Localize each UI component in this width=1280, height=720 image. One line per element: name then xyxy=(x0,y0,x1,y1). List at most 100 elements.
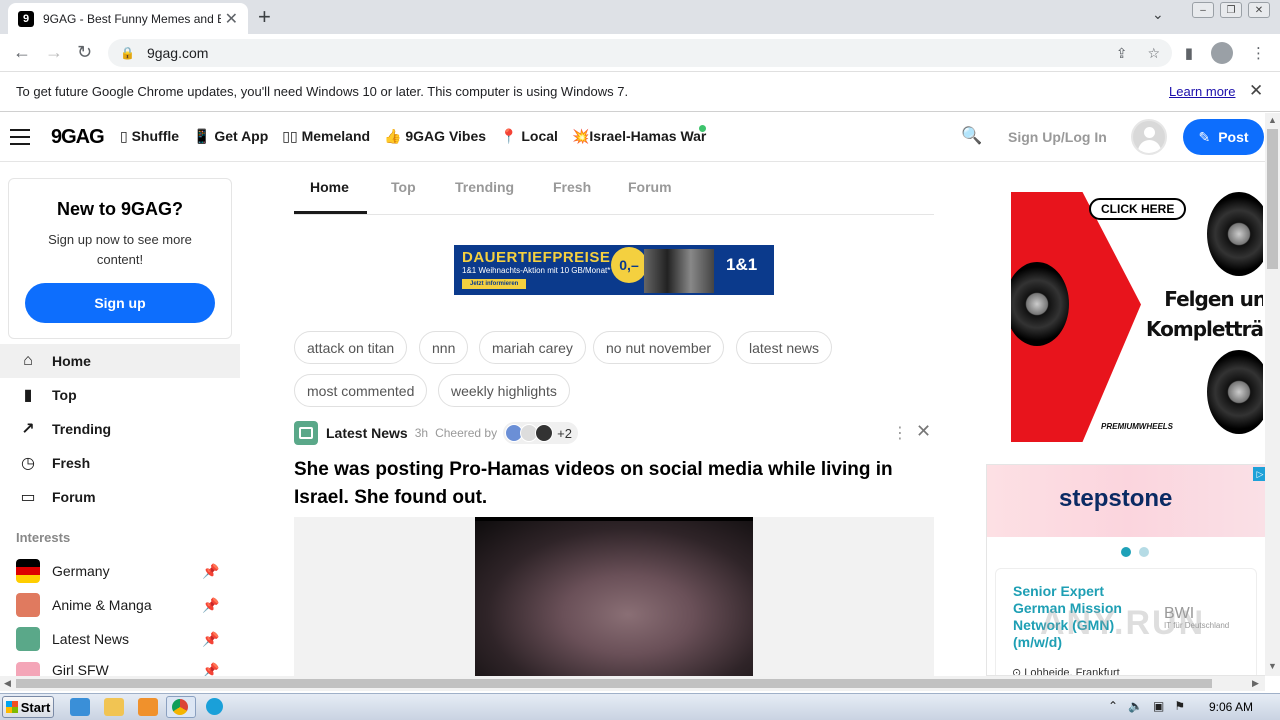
post-button[interactable]: ✎ Post xyxy=(1183,119,1264,155)
post-title[interactable]: She was posting Pro-Hamas videos on soci… xyxy=(294,456,934,512)
hide-post-icon[interactable]: ✕ xyxy=(916,421,931,442)
horizontal-scrollbar[interactable]: ◀ ▶ xyxy=(0,676,1265,691)
scroll-down-arrow-icon[interactable]: ▼ xyxy=(1268,661,1277,671)
scrollbar-thumb[interactable] xyxy=(1267,129,1278,269)
tag-chip[interactable]: mariah carey xyxy=(479,331,586,364)
infobar-close-icon[interactable]: ✕ xyxy=(1249,81,1263,101)
forward-arrow-icon[interactable]: → xyxy=(45,42,63,63)
bookmark-star-icon[interactable]: ☆ xyxy=(1147,45,1160,62)
interest-latest-news[interactable]: Latest News 📌 xyxy=(0,622,240,656)
tab-fresh[interactable]: Fresh xyxy=(553,179,591,195)
sidebar-item-trending[interactable]: ↗ Trending xyxy=(0,412,240,446)
sidebar-item-top[interactable]: ▮ Top xyxy=(0,378,240,412)
pin-icon[interactable]: 📌 xyxy=(202,662,219,676)
9gag-logo[interactable]: 9GAG xyxy=(51,126,105,149)
internet-explorer-icon[interactable] xyxy=(70,698,90,716)
scroll-up-arrow-icon[interactable]: ▲ xyxy=(1268,115,1277,125)
interest-anime-manga[interactable]: Anime & Manga 📌 xyxy=(0,588,240,622)
maximize-button[interactable]: ❐ xyxy=(1220,2,1242,18)
reload-icon[interactable]: ↻ xyxy=(77,42,92,63)
tag-chip[interactable]: nnn xyxy=(419,331,469,364)
interest-girl-sfw[interactable]: Girl SFW 📌 xyxy=(0,656,240,676)
premiumwheels-logo: PREMIUMWHEELS xyxy=(1101,422,1173,431)
lock-icon[interactable]: 🔒 xyxy=(120,46,135,60)
tab-forum[interactable]: Forum xyxy=(628,179,672,195)
minimize-button[interactable]: – xyxy=(1192,2,1214,18)
url-text[interactable]: 9gag.com xyxy=(147,45,208,61)
post-media[interactable] xyxy=(294,517,934,677)
back-arrow-icon[interactable]: ← xyxy=(13,42,31,63)
new-tab-button[interactable]: + xyxy=(258,5,271,29)
post-section-name[interactable]: Latest News xyxy=(326,425,408,441)
tab-home[interactable]: Home xyxy=(310,179,349,195)
tag-chip[interactable]: latest news xyxy=(736,331,833,364)
latest-news-section-icon[interactable] xyxy=(294,421,318,445)
media-player-icon[interactable] xyxy=(138,698,158,716)
job-location-text: Lohheide, Frankfurt xyxy=(1024,667,1120,676)
scroll-left-arrow-icon[interactable]: ◀ xyxy=(4,678,11,689)
cheerers-group[interactable]: +2 xyxy=(503,422,578,444)
nav-israel-hamas-war[interactable]: 💥Israel-Hamas War xyxy=(572,128,706,145)
ad-cta-button[interactable]: Jetzt informieren xyxy=(462,279,527,289)
tab-trending[interactable]: Trending xyxy=(455,179,514,195)
learn-more-link[interactable]: Learn more xyxy=(1169,84,1235,99)
user-avatar-icon[interactable] xyxy=(1131,119,1167,155)
profile-avatar-icon[interactable] xyxy=(1211,42,1233,64)
edge-icon[interactable] xyxy=(206,698,223,715)
sidebar-item-fresh[interactable]: ◷ Fresh xyxy=(0,446,240,480)
stepstone-ad[interactable]: stepstone ▷ Senior Expert German Mission… xyxy=(986,464,1266,676)
tag-chip[interactable]: no nut november xyxy=(593,331,725,364)
tag-chip[interactable]: attack on titan xyxy=(294,331,408,364)
menu-kebab-icon[interactable]: ⋮ xyxy=(1251,44,1266,62)
hamburger-menu-icon[interactable] xyxy=(10,129,30,145)
taskbar-clock[interactable]: 9:06 AM xyxy=(1209,700,1253,714)
signup-button[interactable]: Sign up xyxy=(25,283,215,323)
nav-memeland[interactable]: ▯▯ Memeland xyxy=(282,128,370,145)
carousel-dots[interactable] xyxy=(1121,547,1149,557)
windows-logo-icon xyxy=(5,701,18,713)
flag-icon[interactable]: ⚑ xyxy=(1174,699,1185,713)
wheels-ad[interactable]: CLICK HERE Felgen und Kompletträder PREM… xyxy=(1011,192,1263,442)
address-bar[interactable]: 🔒 9gag.com ⇪ ☆ xyxy=(108,39,1172,67)
volume-icon[interactable]: 🔈 xyxy=(1128,699,1143,713)
click-here-button[interactable]: CLICK HERE xyxy=(1089,198,1187,220)
tag-chip[interactable]: weekly highlights xyxy=(438,374,570,407)
nav-9gag-vibes[interactable]: 👍 9GAG Vibes xyxy=(384,128,486,145)
nav-shuffle[interactable]: ▯ Shuffle xyxy=(120,128,179,145)
pin-icon[interactable]: 📌 xyxy=(202,563,219,580)
sidebar-item-label: Forum xyxy=(52,489,96,505)
post-video[interactable] xyxy=(475,517,753,677)
start-label: Start xyxy=(20,699,51,715)
sidebar-item-home[interactable]: ⌂ Home xyxy=(0,344,240,378)
search-icon[interactable]: 🔍 xyxy=(961,126,982,146)
sidepanel-icon[interactable]: ▮ xyxy=(1185,44,1193,62)
tab-title: 9GAG - Best Funny Memes and Breaking New… xyxy=(43,11,221,26)
more-options-icon[interactable]: ⋮ xyxy=(892,423,908,443)
tray-expand-icon[interactable]: ⌃ xyxy=(1108,699,1118,713)
nav-get-app[interactable]: 📱 Get App xyxy=(193,128,268,145)
live-indicator-dot xyxy=(699,125,706,132)
browser-tab[interactable]: 9 9GAG - Best Funny Memes and Breaking N… xyxy=(8,3,248,34)
file-explorer-icon[interactable] xyxy=(104,698,124,716)
nav-local[interactable]: 📍 Local xyxy=(500,128,558,145)
ad-banner[interactable]: DAUERTIEFPREISE 1&1 Weihnachts-Aktion mi… xyxy=(454,245,774,295)
scroll-right-arrow-icon[interactable]: ▶ xyxy=(1252,678,1259,689)
pencil-icon: ✎ xyxy=(1198,128,1211,145)
tab-search-chevron-icon[interactable]: ⌄ xyxy=(1152,6,1164,23)
tab-close-icon[interactable]: ✕ xyxy=(225,9,238,29)
vertical-scrollbar[interactable]: ▲ ▼ xyxy=(1265,113,1280,676)
ad-phones-image xyxy=(644,249,714,293)
share-icon[interactable]: ⇪ xyxy=(1116,45,1128,62)
start-button[interactable]: Start xyxy=(2,696,54,718)
pin-icon[interactable]: 📌 xyxy=(202,631,219,648)
sidebar-item-label: Home xyxy=(52,353,91,369)
sidebar-item-forum[interactable]: ▭ Forum xyxy=(0,480,240,514)
interest-germany[interactable]: Germany 📌 xyxy=(0,554,240,588)
network-icon[interactable]: ▣ xyxy=(1153,699,1164,713)
tab-top[interactable]: Top xyxy=(391,179,416,195)
signup-login-link[interactable]: Sign Up/Log In xyxy=(1008,129,1107,145)
close-window-button[interactable]: ✕ xyxy=(1248,2,1270,18)
scrollbar-thumb[interactable] xyxy=(16,679,1212,688)
tag-chip[interactable]: most commented xyxy=(294,374,428,407)
pin-icon[interactable]: 📌 xyxy=(202,597,219,614)
